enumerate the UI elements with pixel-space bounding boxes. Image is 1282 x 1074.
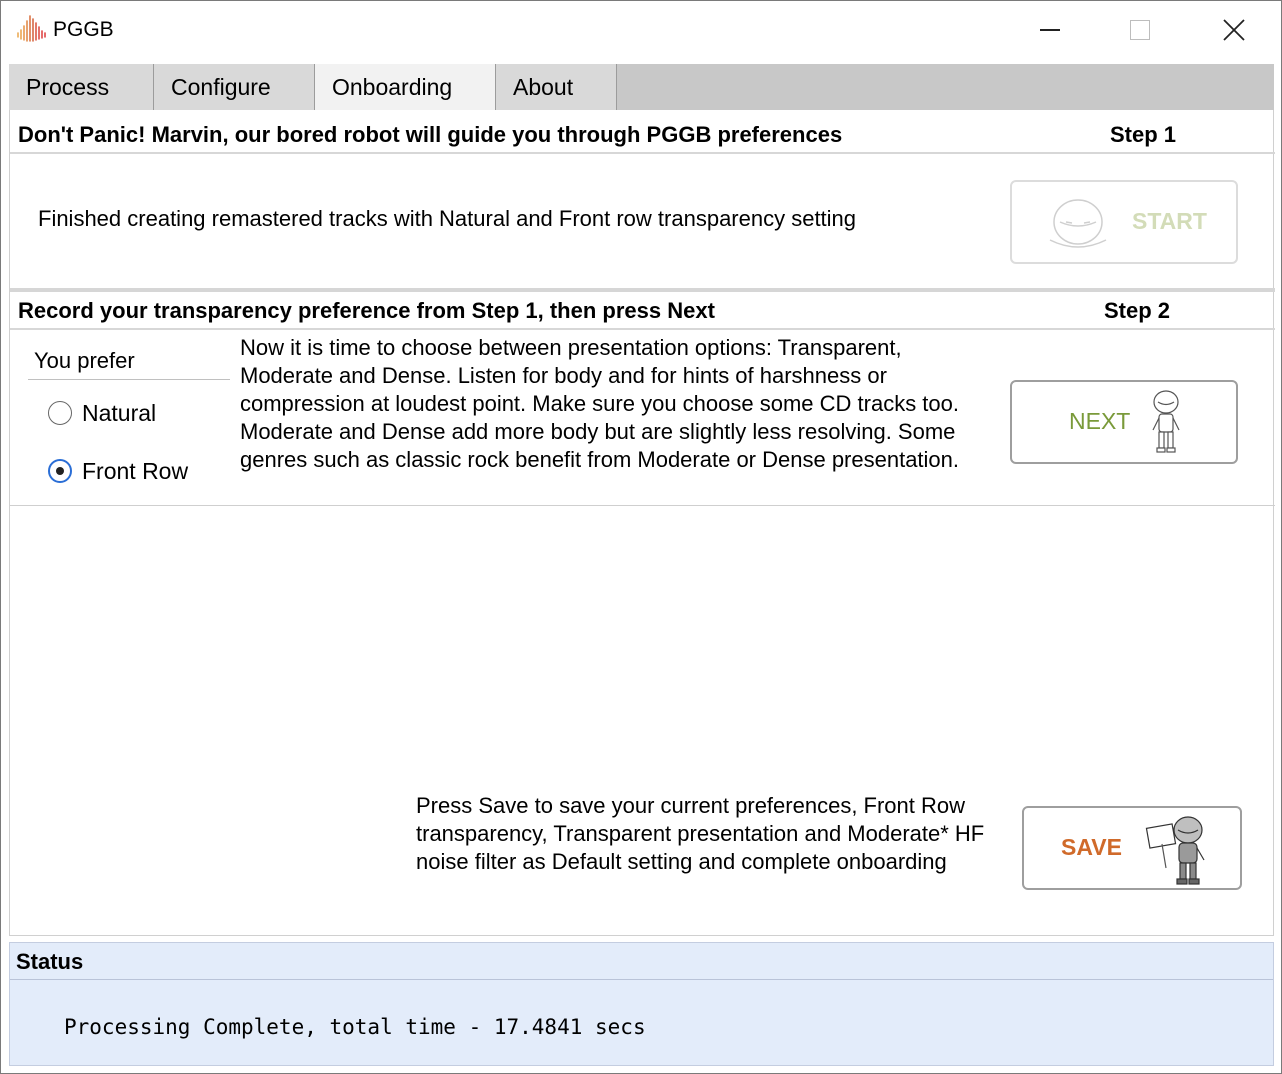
minimize-button[interactable] — [1003, 1, 1095, 61]
save-button-label: SAVE — [1061, 834, 1122, 860]
window-title: PGGB — [53, 18, 114, 41]
step1-header: Don't Panic! Marvin, our bored robot wil… — [10, 116, 1275, 154]
step1-label: Step 1 — [1110, 122, 1177, 147]
tab-configure[interactable]: Configure — [154, 64, 315, 110]
save-description: Press Save to save your current preferen… — [416, 793, 985, 874]
title-bar[interactable]: PGGB — [1, 1, 1281, 61]
pggb-waveform-logo-icon — [17, 15, 46, 42]
close-icon — [1223, 19, 1245, 41]
prefer-divider — [28, 379, 230, 380]
radio-front-row-circle[interactable] — [48, 459, 72, 483]
status-title: Status — [16, 949, 84, 974]
status-divider — [10, 979, 1273, 980]
status-message: Processing Complete, total time - 17.484… — [64, 1015, 646, 1039]
app-window: PGGB Process Configure Onboarding About … — [0, 0, 1282, 1074]
step1-header-text: Don't Panic! Marvin, our bored robot wil… — [18, 122, 843, 147]
onboarding-panel: Don't Panic! Marvin, our bored robot wil… — [9, 110, 1275, 936]
radio-natural-circle[interactable] — [48, 401, 72, 425]
tab-strip: Process Configure Onboarding About — [9, 64, 1274, 112]
tab-process[interactable]: Process — [9, 64, 154, 110]
step2-description: Now it is time to choose between present… — [240, 335, 960, 472]
marvin-robot-standing-icon — [1152, 390, 1180, 453]
status-panel: Status Processing Complete, total time -… — [9, 942, 1274, 1066]
radio-front-row-label: Front Row — [82, 458, 189, 484]
tab-about[interactable]: About — [496, 64, 617, 110]
step2-header: Record your transparency preference from… — [10, 292, 1275, 330]
start-button-label: START — [1132, 208, 1207, 234]
prefer-label: You prefer — [34, 348, 135, 373]
marvin-robot-head-icon — [1049, 199, 1107, 248]
step1-message: Finished creating remastered tracks with… — [38, 206, 857, 231]
next-button-label: NEXT — [1069, 408, 1131, 434]
start-button[interactable]: START — [1010, 180, 1238, 264]
step2-divider — [10, 505, 1275, 506]
next-button[interactable]: NEXT — [1010, 380, 1238, 464]
radio-natural-label: Natural — [82, 400, 157, 426]
step2-label: Step 2 — [1104, 298, 1171, 323]
close-button[interactable] — [1187, 1, 1279, 61]
save-button[interactable]: SAVE — [1022, 806, 1242, 890]
tab-onboarding[interactable]: Onboarding — [315, 64, 496, 112]
marvin-robot-sign-icon — [1145, 816, 1205, 885]
maximize-button[interactable] — [1095, 1, 1187, 61]
step2-header-text: Record your transparency preference from… — [18, 298, 715, 323]
